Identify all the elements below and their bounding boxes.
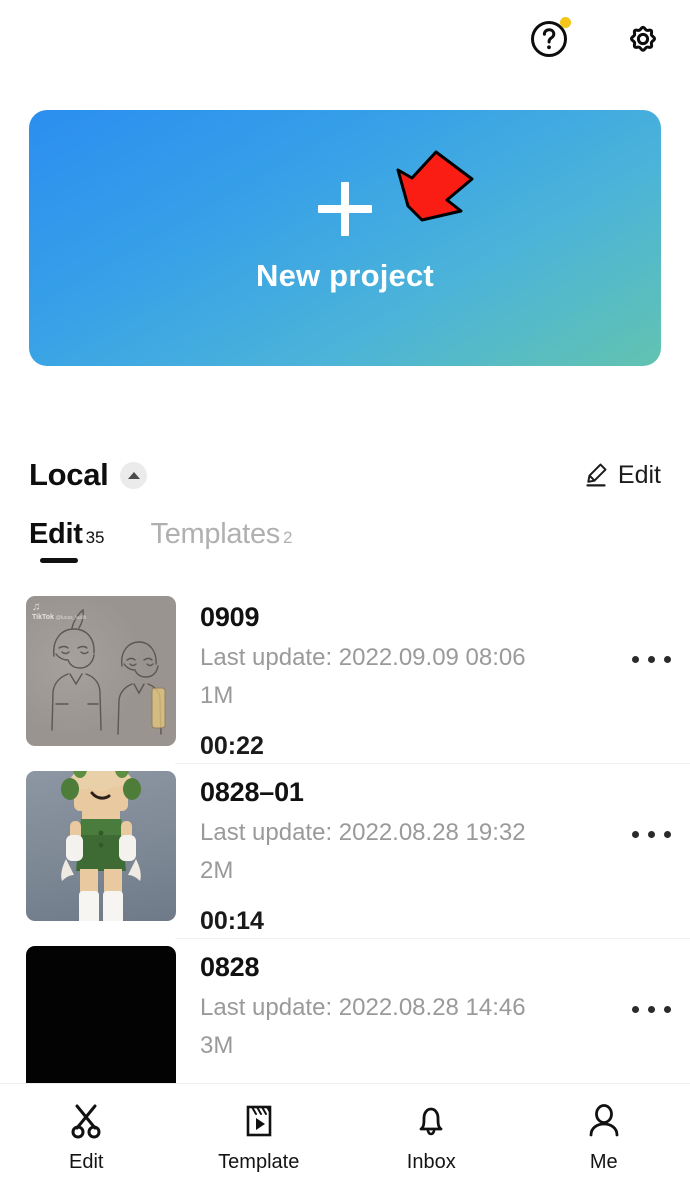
project-info: 0909 Last update: 2022.09.09 08:06 1M 00… (200, 596, 612, 760)
more-dots-icon (631, 1006, 671, 1013)
table-row[interactable]: 0828 Last update: 2022.08.28 14:46 3M (0, 938, 690, 1083)
pencil-icon (586, 463, 607, 487)
help-button[interactable] (526, 16, 572, 62)
bottom-navigation: Edit Template Inbox Me (0, 1083, 690, 1190)
watermark-app-name: TikTok (32, 613, 54, 621)
project-thumbnail[interactable]: ♫ TikTok @lucas_kuillii (26, 596, 176, 746)
top-header (0, 0, 690, 78)
project-last-update: Last update: 2022.08.28 14:46 (200, 994, 526, 1021)
collapse-toggle-button[interactable] (120, 461, 148, 489)
edit-list-label: Edit (617, 460, 661, 489)
tab-edit[interactable]: Edit 35 (29, 518, 105, 563)
table-row[interactable]: 0828–01 Last update: 2022.08.28 19:32 2M… (0, 763, 690, 938)
watermark-username: @lucas_kuillii (55, 614, 87, 621)
project-list[interactable]: ♫ TikTok @lucas_kuillii 0909 Last update… (0, 588, 690, 1083)
tab-templates-count: 2 (282, 528, 293, 547)
new-project-card[interactable]: New project (29, 110, 661, 366)
project-title: 0828–01 (200, 777, 304, 807)
project-last-update: Last update: 2022.08.28 19:32 (200, 819, 526, 846)
nav-item-inbox-label: Inbox (406, 1150, 456, 1173)
project-tabs: Edit 35 Templates 2 (29, 518, 292, 563)
notification-dot (560, 17, 571, 28)
film-play-icon (239, 1101, 279, 1141)
nav-item-edit-label: Edit (69, 1150, 104, 1173)
project-size: 2M (200, 857, 234, 884)
project-thumbnail[interactable] (26, 946, 176, 1083)
app-screen: New project Local Edit Edit 35 Templates 2 (0, 0, 690, 1190)
nav-item-inbox[interactable]: Inbox (345, 1101, 518, 1174)
person-icon (584, 1101, 624, 1141)
tab-active-indicator (40, 558, 78, 563)
tab-templates[interactable]: Templates 2 (151, 518, 293, 563)
project-more-button[interactable] (612, 656, 690, 663)
project-size: 3M (200, 1032, 234, 1059)
nav-item-template-label: Template (218, 1150, 300, 1173)
project-duration: 00:14 (200, 907, 264, 935)
triangle-up-icon (127, 471, 140, 479)
plus-icon (318, 182, 372, 236)
project-info: 0828–01 Last update: 2022.08.28 19:32 2M… (200, 771, 612, 935)
project-info: 0828 Last update: 2022.08.28 14:46 3M (200, 946, 612, 1083)
nav-item-template[interactable]: Template (173, 1101, 346, 1174)
project-thumbnail[interactable] (26, 771, 176, 921)
more-dots-icon (631, 831, 671, 838)
tiktok-watermark: ♫ TikTok @lucas_kuillii (32, 601, 87, 621)
tab-templates-label: Templates (150, 518, 281, 550)
local-title: Local (29, 457, 109, 492)
local-section-header: Local Edit (29, 452, 661, 498)
project-more-button[interactable] (612, 1006, 690, 1013)
tab-edit-label: Edit (29, 518, 83, 550)
new-project-label: New project (256, 258, 434, 293)
gear-icon (630, 25, 656, 52)
avatar-character-thumbnail (61, 771, 141, 921)
nav-item-me[interactable]: Me (518, 1101, 690, 1174)
project-title: 0828 (200, 952, 260, 982)
project-last-update: Last update: 2022.09.09 08:06 (200, 644, 526, 671)
project-duration: 00:22 (200, 732, 264, 760)
edit-list-button[interactable]: Edit (583, 461, 661, 490)
bell-icon (411, 1101, 451, 1141)
project-size: 1M (200, 682, 234, 709)
project-more-button[interactable] (612, 831, 690, 838)
tab-edit-count: 35 (85, 528, 105, 547)
scissors-icon (66, 1101, 106, 1141)
nav-item-me-label: Me (589, 1150, 618, 1173)
nav-item-edit[interactable]: Edit (0, 1101, 173, 1174)
settings-button[interactable] (620, 16, 666, 62)
project-title: 0909 (200, 602, 260, 632)
table-row[interactable]: ♫ TikTok @lucas_kuillii 0909 Last update… (0, 588, 690, 763)
more-dots-icon (631, 656, 671, 663)
